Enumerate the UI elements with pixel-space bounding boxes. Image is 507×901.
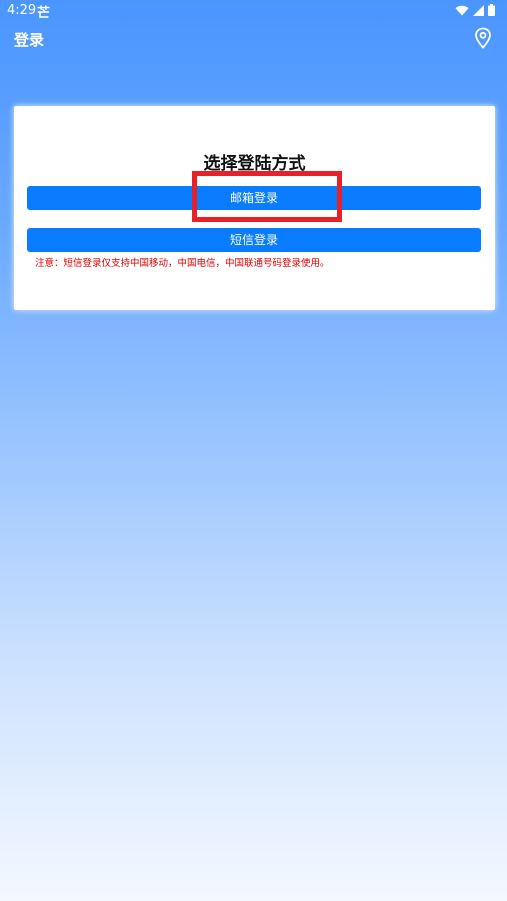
status-icons: [455, 4, 495, 16]
battery-icon: [488, 4, 495, 16]
page-title: 登录: [14, 31, 45, 49]
sms-login-button[interactable]: 短信登录: [27, 228, 481, 252]
sim-card-icon: 芒: [37, 6, 51, 21]
sms-notice-text: 注意：短信登录仅支持中国移动，中国电信，中国联通号码登录使用。: [35, 258, 330, 269]
status-bar: 4:29 芒: [0, 0, 507, 22]
signal-icon: [473, 4, 484, 16]
highlight-annotation-box: [192, 171, 342, 222]
status-time: 4:29: [7, 3, 37, 18]
location-pin-icon[interactable]: [473, 27, 493, 49]
wifi-icon: [455, 5, 469, 15]
